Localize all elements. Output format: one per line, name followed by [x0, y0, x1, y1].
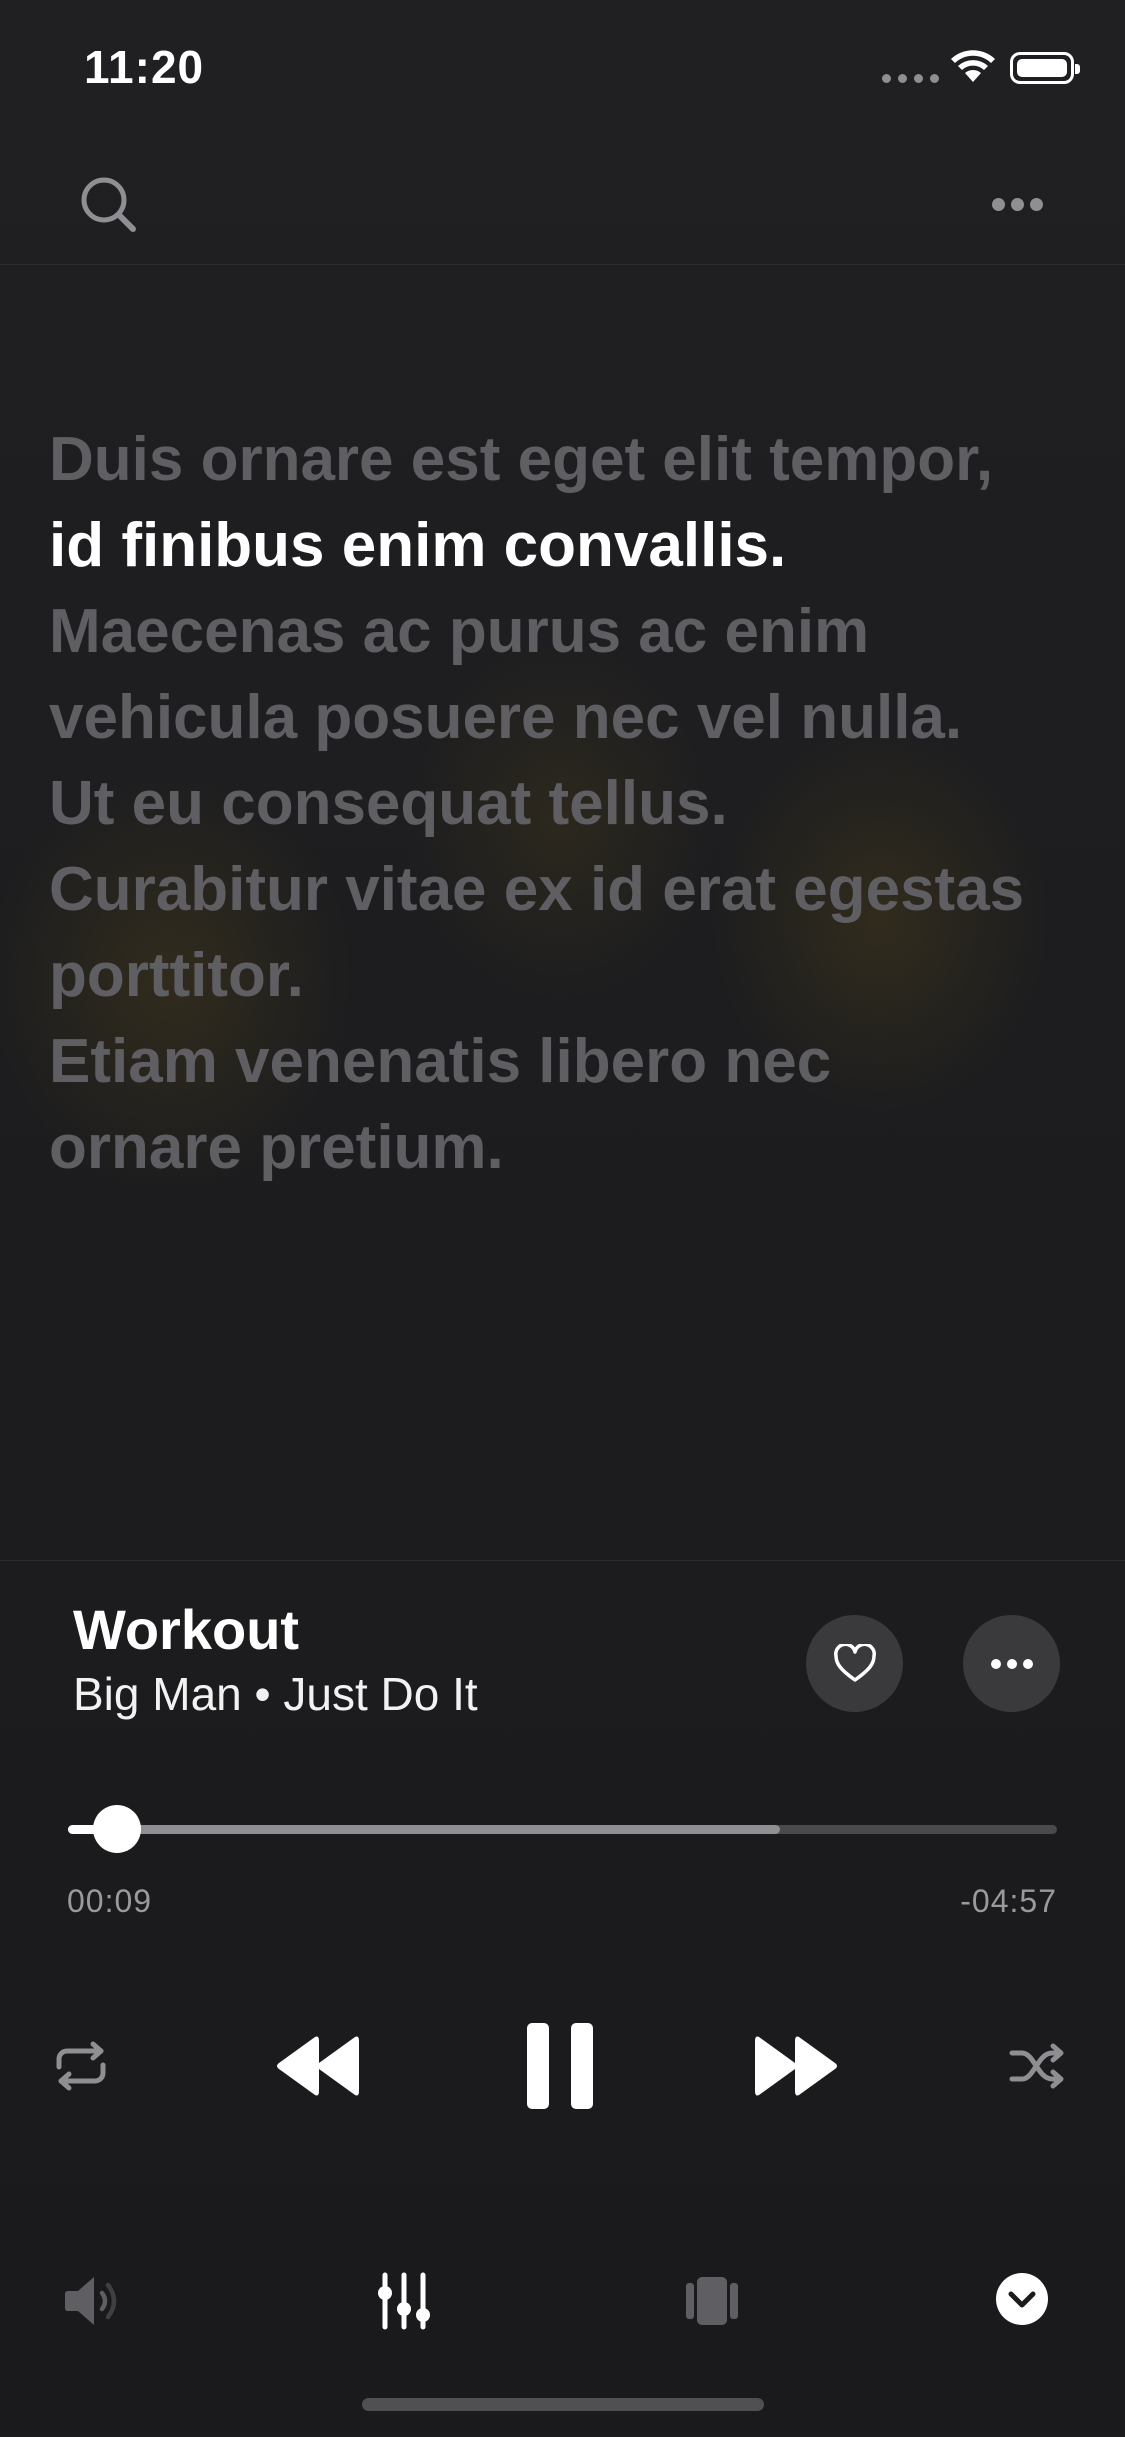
top-bar — [0, 132, 1125, 265]
track-more-button[interactable] — [963, 1615, 1060, 1712]
progress-buffered — [68, 1825, 781, 1834]
rewind-icon — [277, 2036, 359, 2096]
progress-slider[interactable] — [68, 1805, 1057, 1853]
cellular-signal-icon — [882, 74, 939, 83]
previous-button[interactable] — [272, 2021, 362, 2111]
chevron-down-icon — [996, 2273, 1048, 2325]
lyrics-view[interactable]: Duis ornare est eget elit tempor, id fin… — [49, 395, 1089, 1212]
track-artist-album[interactable]: Big Man • Just Do It — [73, 1667, 478, 1721]
volume-button[interactable] — [60, 2269, 124, 2333]
status-time: 11:20 — [84, 41, 205, 93]
pause-button[interactable] — [515, 2016, 605, 2116]
more-options-button[interactable] — [985, 172, 1049, 236]
battery-icon — [1010, 52, 1080, 84]
speaker-icon — [65, 2277, 117, 2325]
progress-thumb[interactable] — [93, 1805, 142, 1853]
repeat-button[interactable] — [46, 2031, 116, 2101]
equalizer-icon — [378, 2272, 430, 2330]
wifi-icon — [951, 50, 995, 82]
next-button[interactable] — [752, 2021, 842, 2111]
ellipsis-icon — [990, 1658, 1001, 1669]
pause-icon — [527, 2023, 593, 2109]
fast-forward-icon — [755, 2036, 837, 2096]
queue-button[interactable] — [680, 2269, 744, 2333]
now-playing-panel: Workout Big Man • Just Do It 00:09 -04:5… — [0, 1560, 1125, 2437]
remaining-time: -04:57 — [960, 1883, 1057, 1919]
home-indicator[interactable] — [362, 2398, 764, 2411]
track-title: Workout — [73, 1598, 300, 1661]
like-button[interactable] — [806, 1615, 903, 1712]
cards-icon — [686, 2277, 738, 2325]
search-icon — [81, 177, 136, 232]
ellipsis-icon — [991, 197, 1005, 211]
heart-icon — [833, 1643, 876, 1682]
equalizer-button[interactable] — [372, 2269, 436, 2333]
search-button[interactable] — [76, 172, 140, 236]
collapse-player-button[interactable] — [990, 2267, 1054, 2331]
shuffle-icon — [1009, 2043, 1064, 2089]
elapsed-time: 00:09 — [67, 1883, 153, 1919]
shuffle-button[interactable] — [1003, 2031, 1073, 2101]
status-bar: 11:20 — [0, 0, 1125, 132]
repeat-icon — [56, 2041, 106, 2091]
